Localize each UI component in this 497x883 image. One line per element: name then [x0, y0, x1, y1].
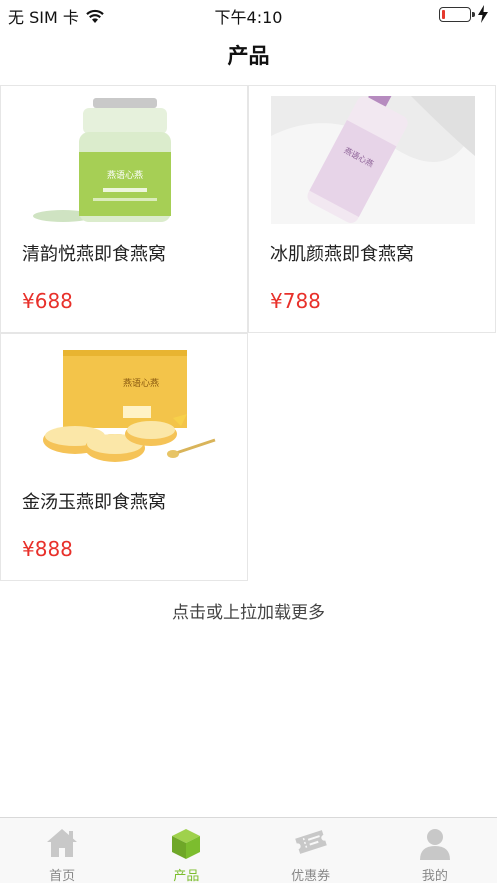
product-price: ¥788: [270, 289, 321, 313]
tab-home[interactable]: 首页: [0, 818, 124, 883]
product-price: ¥688: [22, 289, 73, 313]
page-title: 产品: [227, 44, 270, 68]
cube-icon: [172, 829, 201, 859]
load-more-button[interactable]: 点击或上拉加载更多: [0, 598, 497, 623]
svg-text:燕语心燕: 燕语心燕: [123, 377, 159, 389]
tab-label: 我的: [421, 869, 448, 883]
status-bar: 无 SIM 卡 下午4:10: [0, 0, 497, 28]
tab-label: 首页: [49, 869, 76, 883]
tab-profile[interactable]: 我的: [373, 818, 497, 883]
coupon-icon: [294, 830, 327, 854]
product-image-green-bottle: 燕语心燕: [23, 96, 227, 224]
home-icon: [47, 829, 78, 857]
product-image-pink-bottle: 燕语心燕: [271, 96, 475, 224]
user-icon: [419, 829, 450, 860]
product-card[interactable]: 燕语心燕 清韵悦燕即食燕窝 ¥688: [0, 85, 248, 333]
product-card[interactable]: 燕语心燕 金汤玉燕即食燕窝 ¥888: [0, 333, 248, 581]
battery-icon: [439, 7, 475, 22]
tab-label: 优惠券: [291, 869, 331, 883]
product-price: ¥888: [22, 537, 73, 561]
product-name: 金汤玉燕即食燕窝: [22, 492, 166, 513]
svg-text:燕语心燕: 燕语心燕: [107, 169, 143, 181]
tab-products[interactable]: 产品: [124, 818, 248, 883]
product-image-gift-box: 燕语心燕: [23, 344, 227, 472]
tab-bar: 首页 产品 优惠券 我的: [0, 817, 497, 883]
product-name: 冰肌颜燕即食燕窝: [270, 244, 414, 265]
status-time: 下午4:10: [214, 8, 283, 27]
tab-coupons[interactable]: 优惠券: [249, 818, 373, 883]
tab-label: 产品: [173, 869, 200, 883]
battery-level: [442, 10, 445, 19]
charging-icon: [478, 5, 488, 23]
product-name: 清韵悦燕即食燕窝: [22, 244, 166, 265]
product-card[interactable]: 燕语心燕 冰肌颜燕即食燕窝 ¥788: [248, 85, 496, 333]
